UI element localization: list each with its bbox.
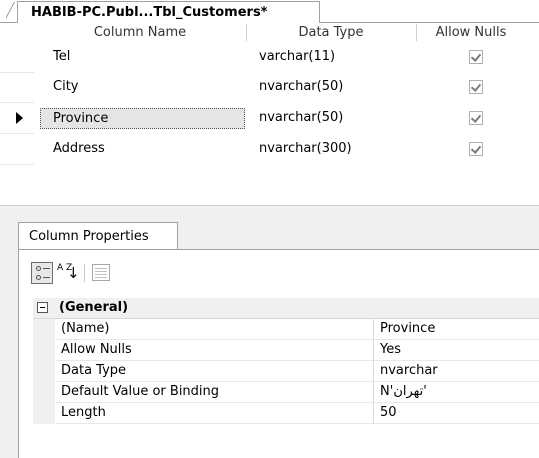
row-selector[interactable] (0, 72, 34, 103)
column-name-header[interactable]: Column Name (34, 24, 247, 41)
property-gutter (33, 361, 55, 382)
data-type-cell[interactable]: nvarchar(50) (259, 72, 419, 102)
property-row[interactable]: Length 50 (33, 403, 539, 424)
collapse-icon[interactable] (37, 302, 48, 313)
table-row[interactable]: City nvarchar(50) (0, 72, 539, 103)
allow-nulls-checkbox[interactable] (469, 80, 483, 94)
table-row-current[interactable]: Province nvarchar(50) (0, 103, 539, 134)
property-group-general[interactable]: (General) (33, 298, 539, 319)
property-label: Data Type (61, 361, 374, 381)
property-row[interactable]: (Name) Province (33, 319, 539, 340)
property-value[interactable]: 50 (380, 403, 397, 423)
property-gutter (33, 382, 55, 403)
property-gutter (33, 340, 55, 361)
property-row[interactable]: Allow Nulls Yes (33, 340, 539, 361)
data-type-cell[interactable]: varchar(11) (259, 42, 419, 72)
allow-nulls-checkbox[interactable] (469, 50, 483, 64)
toolbar-separator (84, 264, 85, 282)
property-label: Default Value or Binding (61, 382, 374, 402)
row-selector[interactable] (0, 42, 34, 73)
property-label: Allow Nulls (61, 340, 374, 360)
categorized-button[interactable] (31, 262, 53, 284)
data-type-cell[interactable]: nvarchar(50) (259, 103, 419, 133)
table-row[interactable]: Address nvarchar(300) (0, 134, 539, 165)
document-tabstrip: HABIB-PC.Publ...Tbl_Customers* (0, 0, 539, 24)
property-label: Length (61, 403, 374, 423)
document-tab[interactable]: HABIB-PC.Publ...Tbl_Customers* (17, 1, 320, 23)
data-type-header[interactable]: Data Type (246, 24, 417, 41)
property-label: (Name) (61, 319, 374, 339)
column-properties-panel: Column Properties A Z ↓ (General) (Name)… (0, 205, 539, 458)
column-name-cell[interactable]: Address (44, 134, 244, 164)
column-name-cell[interactable]: Province (40, 108, 245, 129)
tab-edge (6, 2, 26, 25)
property-pages-button[interactable] (92, 264, 110, 281)
sort-alphabetical-button[interactable]: A Z ↓ (55, 262, 80, 284)
data-type-cell[interactable]: nvarchar(300) (259, 134, 419, 164)
property-value[interactable]: Yes (380, 340, 401, 360)
document-tab-title: HABIB-PC.Publ...Tbl_Customers* (31, 5, 268, 20)
property-gutter (33, 319, 55, 340)
property-row[interactable]: Default Value or Binding N'تهران' (33, 382, 539, 403)
property-value[interactable]: N'تهران' (380, 382, 427, 402)
column-name-cell[interactable]: Tel (44, 42, 244, 72)
property-row[interactable]: Data Type nvarchar (33, 361, 539, 382)
property-value[interactable]: nvarchar (380, 361, 438, 381)
table-row[interactable]: Tel varchar(11) (0, 42, 539, 73)
allow-nulls-checkbox[interactable] (469, 142, 483, 156)
row-selector[interactable] (0, 103, 34, 134)
allow-nulls-checkbox[interactable] (469, 111, 483, 125)
column-name-cell[interactable]: City (44, 72, 244, 102)
row-selector[interactable] (0, 134, 34, 165)
allow-nulls-header[interactable]: Allow Nulls (416, 24, 526, 41)
sort-arrow-icon: ↓ (67, 264, 80, 282)
property-gutter (33, 403, 55, 424)
tab-column-properties[interactable]: Column Properties (18, 222, 178, 250)
property-value[interactable]: Province (380, 319, 435, 339)
property-group-label: (General) (59, 300, 129, 315)
current-row-arrow-icon (16, 112, 23, 124)
column-properties-body: A Z ↓ (General) (Name) Province Allow Nu… (18, 249, 539, 458)
